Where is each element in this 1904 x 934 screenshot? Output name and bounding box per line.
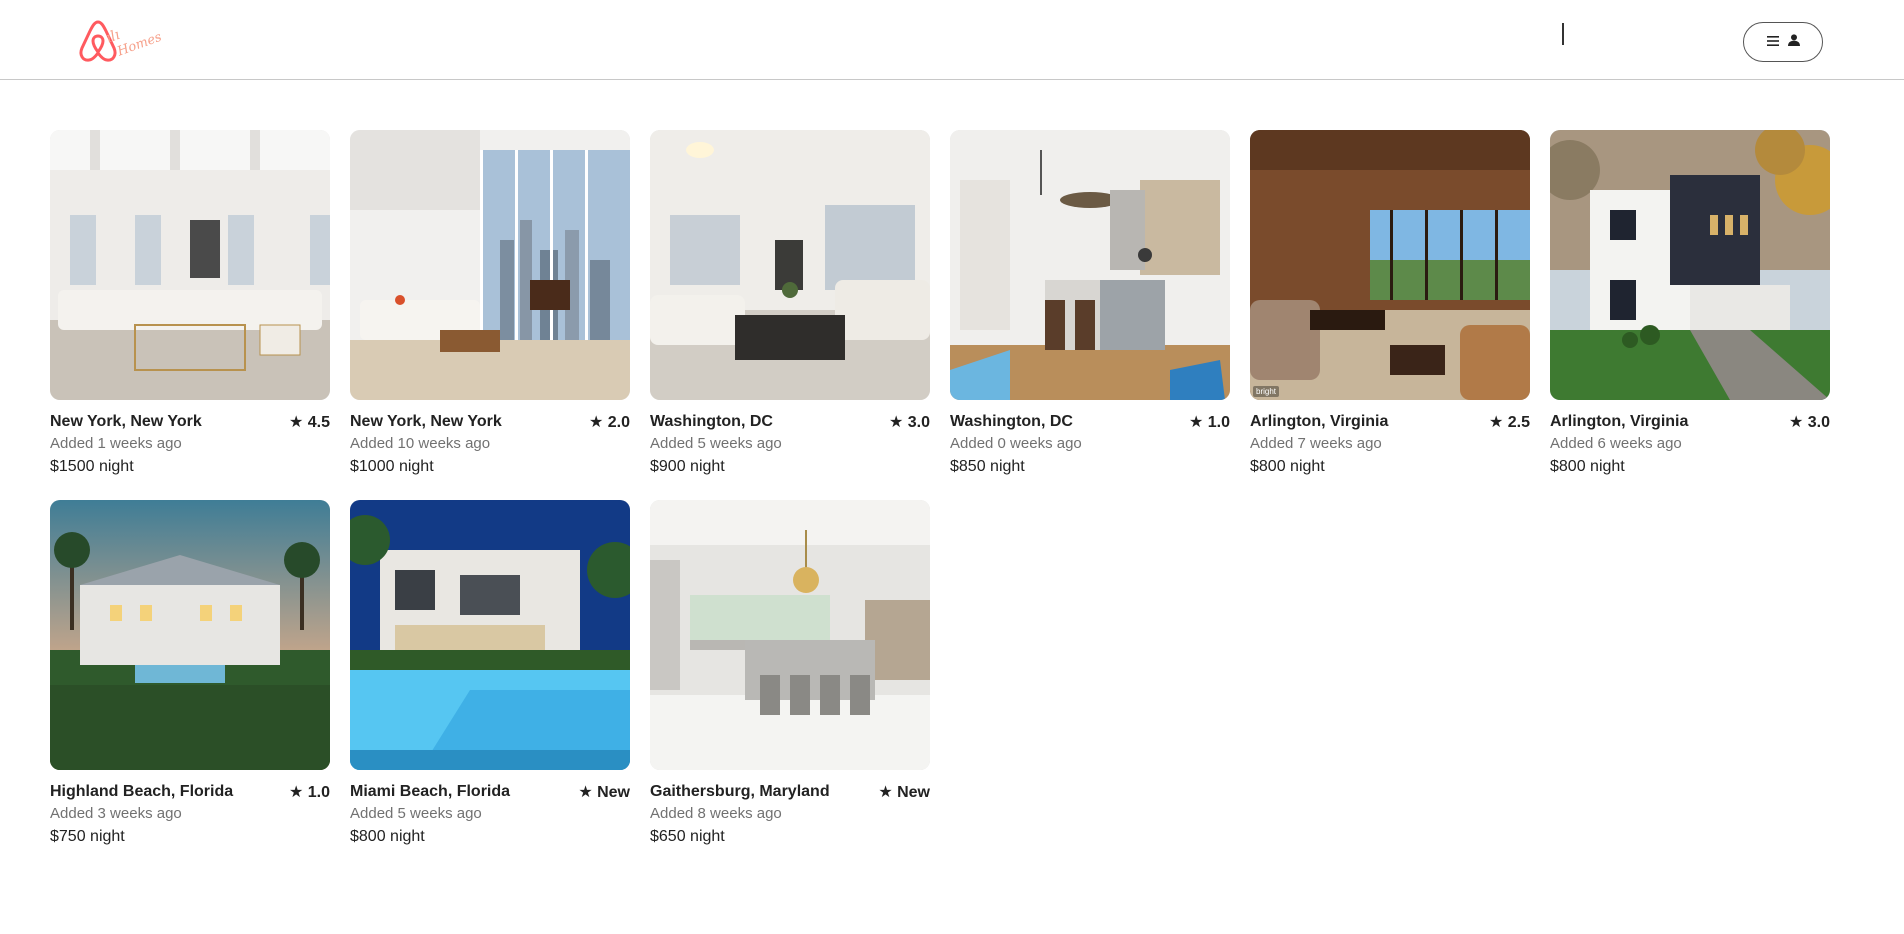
listing-added: Added 5 weeks ago [650, 435, 782, 452]
top-navbar: ılı Homes [0, 0, 1904, 80]
listing-added: Added 6 weeks ago [1550, 435, 1682, 452]
user-menu-button[interactable] [1743, 22, 1823, 62]
svg-text:Homes: Homes [115, 30, 162, 60]
listing-added: Added 5 weeks ago [350, 805, 482, 822]
listings-grid: New York, New York ★ 4.5 Added 1 weeks ag… [50, 130, 1830, 846]
listing-location: Miami Beach, Florida [350, 783, 511, 800]
search-cursor [1562, 23, 1564, 45]
listing-price: $800 night [350, 828, 425, 845]
listing-added: Added 0 weeks ago [950, 435, 1082, 452]
listing-photo[interactable] [650, 130, 930, 400]
listing-rating: ★ 2.0 [588, 414, 630, 431]
listing-location: New York, New York [50, 413, 202, 430]
airbnb-logo-icon[interactable]: ılı Homes [78, 14, 164, 66]
listing-card[interactable]: Gaithersburg, Maryland ★ New Added 8 week… [650, 500, 930, 846]
listing-location: Washington, DC [950, 413, 1073, 430]
listing-photo[interactable] [350, 500, 630, 770]
listing-card[interactable]: Washington, DC ★ 3.0 Added 5 weeks ago $9… [650, 130, 930, 476]
listing-price: $1000 night [350, 458, 434, 475]
listing-location: New York, New York [350, 413, 502, 430]
listing-rating: ★ 4.5 [288, 414, 330, 431]
listing-price: $650 night [650, 828, 725, 845]
listing-photo-watermark: bright [1253, 386, 1280, 397]
listing-location: Highland Beach, Florida [50, 783, 234, 800]
listing-card[interactable]: Highland Beach, Florida ★ 1.0 Added 3 wee… [50, 500, 330, 846]
listing-card[interactable]: bright Arlington, Virginia ★ 2.5 Added 7 … [1250, 130, 1530, 476]
listing-photo[interactable] [650, 500, 930, 770]
listing-photo[interactable] [1550, 130, 1830, 400]
listing-card[interactable]: Washington, DC ★ 1.0 Added 0 weeks ago $8… [950, 130, 1230, 476]
listing-card[interactable]: New York, New York ★ 2.0 Added 10 weeks a… [350, 130, 630, 476]
listing-price: $1500 night [50, 458, 134, 475]
listing-rating: ★ 3.0 [1788, 414, 1830, 431]
listing-price: $800 night [1550, 458, 1625, 475]
listing-added: Added 8 weeks ago [650, 805, 782, 822]
listing-photo[interactable] [950, 130, 1230, 400]
user-icon [1787, 33, 1800, 51]
listing-price: $800 night [1250, 458, 1325, 475]
listing-card[interactable]: New York, New York ★ 4.5 Added 1 weeks ag… [50, 130, 330, 476]
listing-location: Washington, DC [650, 413, 773, 430]
listing-rating: ★ 1.0 [1188, 414, 1230, 431]
listing-photo[interactable] [350, 130, 630, 400]
listing-photo[interactable]: bright [1250, 130, 1530, 400]
listing-price: $900 night [650, 458, 725, 475]
listing-location: Arlington, Virginia [1550, 413, 1689, 430]
listing-added: Added 1 weeks ago [50, 435, 182, 452]
listing-added: Added 7 weeks ago [1250, 435, 1382, 452]
listing-photo[interactable] [50, 500, 330, 770]
listing-price: $750 night [50, 828, 125, 845]
listing-photo[interactable] [50, 130, 330, 400]
listing-rating: ★ New [878, 784, 930, 801]
listing-rating: ★ 1.0 [288, 784, 330, 801]
listing-location: Gaithersburg, Maryland [650, 783, 830, 800]
listing-rating: ★ New [578, 784, 630, 801]
listing-rating: ★ 2.5 [1488, 414, 1530, 431]
listing-price: $850 night [950, 458, 1025, 475]
listing-card[interactable]: Arlington, Virginia ★ 3.0 Added 6 weeks a… [1550, 130, 1830, 476]
listing-card[interactable]: Miami Beach, Florida ★ New Added 5 weeks … [350, 500, 630, 846]
hamburger-icon [1766, 33, 1779, 51]
listing-location: Arlington, Virginia [1250, 413, 1389, 430]
listing-added: Added 3 weeks ago [50, 805, 182, 822]
listing-rating: ★ 3.0 [888, 414, 930, 431]
listing-added: Added 10 weeks ago [350, 435, 491, 452]
